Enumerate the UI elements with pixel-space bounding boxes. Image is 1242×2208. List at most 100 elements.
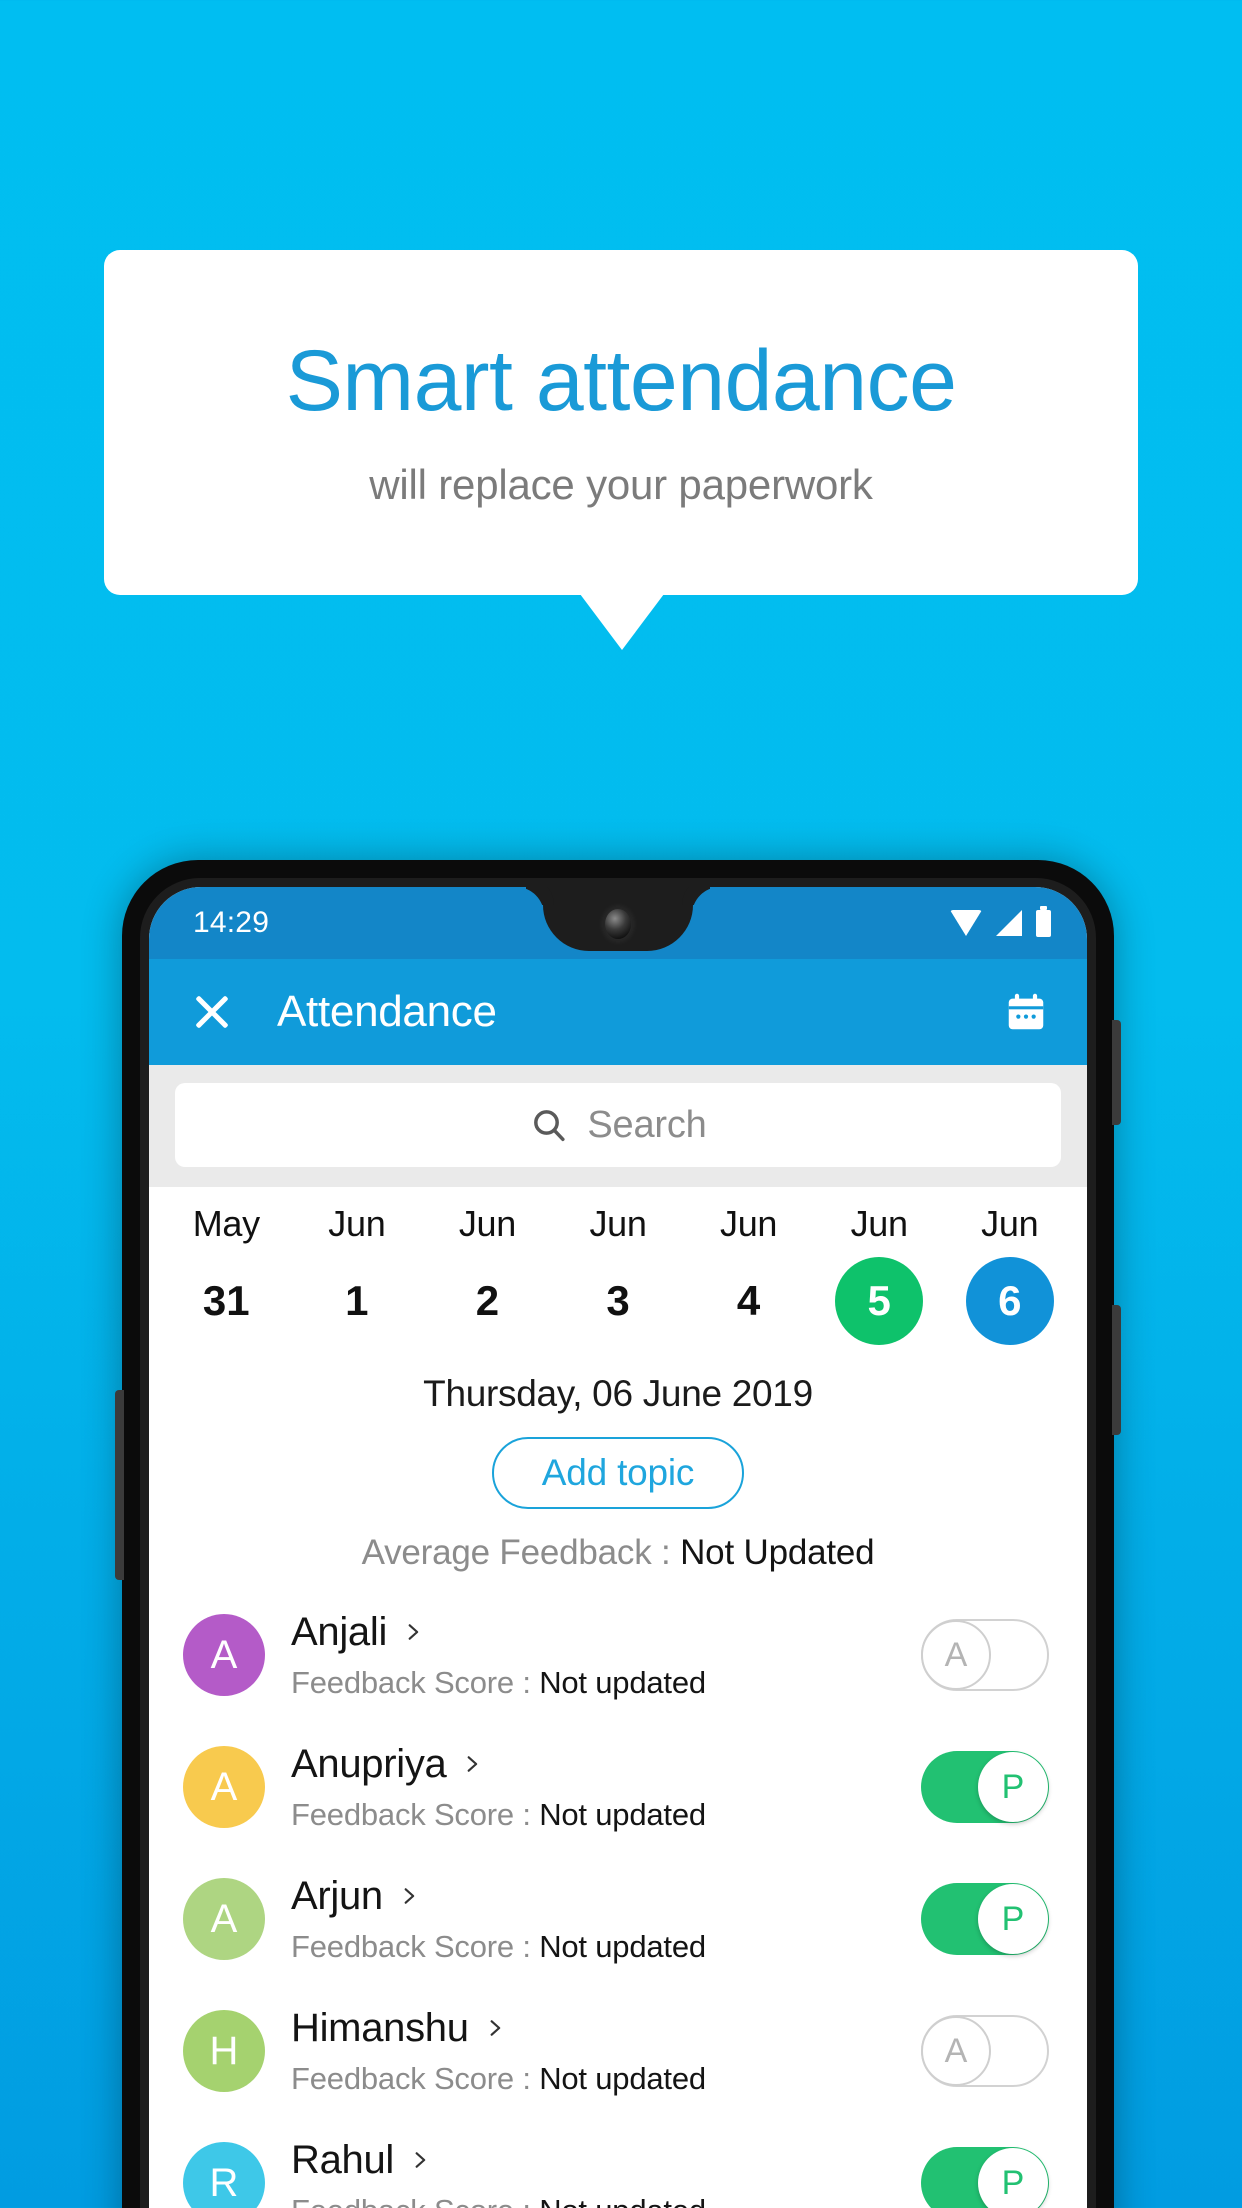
promo-card: Smart attendance will replace your paper… (104, 250, 1138, 595)
student-name: Anupriya (291, 1741, 447, 1786)
feedback-score-value: Not updated (539, 2193, 706, 2208)
front-camera (605, 909, 631, 939)
chevron-right-icon[interactable] (485, 2018, 505, 2038)
status-bar: 14:29 (149, 887, 1087, 959)
student-list: A Anjali Feedback Score : Not updated A (149, 1589, 1087, 2208)
date-month: Jun (458, 1203, 517, 1244)
attendance-toggle-knob: A (921, 1620, 991, 1690)
date-cell-0[interactable]: May 31 (161, 1203, 292, 1345)
feedback-score-line: Feedback Score : Not updated (291, 1665, 921, 1701)
student-name-line: Himanshu (291, 2006, 921, 2051)
avatar: H (183, 2010, 265, 2092)
attendance-toggle[interactable]: A (921, 2015, 1049, 2087)
attendance-toggle[interactable]: P (921, 2147, 1049, 2208)
feedback-score-value: Not updated (539, 1796, 706, 1832)
attendance-toggle-knob: A (921, 2016, 991, 2086)
list-item[interactable]: H Himanshu Feedback Score : Not updated … (149, 1985, 1087, 2117)
date-month: May (192, 1203, 260, 1244)
chevron-right-icon[interactable] (410, 2150, 430, 2170)
close-icon[interactable] (191, 991, 233, 1033)
attendance-toggle[interactable]: P (921, 1751, 1049, 1823)
signal-icon (996, 910, 1022, 936)
phone-power-button[interactable] (1112, 1020, 1121, 1125)
feedback-score-value: Not updated (539, 1928, 706, 1964)
battery-icon (1036, 905, 1051, 937)
date-cell-1[interactable]: Jun 1 (292, 1203, 423, 1345)
date-month: Jun (328, 1203, 386, 1244)
date-day: 4 (736, 1277, 761, 1324)
attendance-toggle[interactable]: A (921, 1619, 1049, 1691)
search-input[interactable]: Search (175, 1083, 1061, 1167)
feedback-score-line: Feedback Score : Not updated (291, 2061, 921, 2097)
feedback-score-line: Feedback Score : Not updated (291, 2193, 921, 2208)
wifi-icon (950, 910, 982, 936)
date-strip: May 31 Jun 1 Jun 2 Jun 3 Jun 4 Jun 5 Jun… (149, 1187, 1087, 1353)
average-feedback: Average Feedback : Not Updated (149, 1533, 1087, 1573)
date-month: Jun (589, 1203, 647, 1244)
student-info: Anupriya Feedback Score : Not updated (291, 1742, 921, 1833)
student-name: Arjun (291, 1873, 383, 1918)
attendance-toggle[interactable]: P (921, 1883, 1049, 1955)
date-day-today: 5 (835, 1257, 924, 1345)
attendance-toggle-knob: P (978, 1752, 1048, 1822)
promo-title: Smart attendance (285, 333, 957, 430)
date-day-selected: 6 (965, 1257, 1054, 1345)
student-name: Himanshu (291, 2005, 469, 2050)
feedback-score-value: Not updated (539, 2060, 706, 2096)
list-item[interactable]: A Anupriya Feedback Score : Not updated … (149, 1721, 1087, 1853)
date-cell-2[interactable]: Jun 2 (422, 1203, 553, 1345)
date-month: Jun (850, 1203, 908, 1244)
student-info: Himanshu Feedback Score : Not updated (291, 2006, 921, 2097)
chevron-right-icon[interactable] (399, 1886, 419, 1906)
page-title: Attendance (277, 987, 497, 1036)
average-feedback-value: Not Updated (680, 1533, 875, 1572)
feedback-score-label: Feedback Score : (291, 1796, 540, 1832)
feedback-score-label: Feedback Score : (291, 1664, 540, 1700)
date-day: 2 (475, 1277, 500, 1324)
list-item[interactable]: A Arjun Feedback Score : Not updated P (149, 1853, 1087, 1985)
date-cell-3[interactable]: Jun 3 (553, 1203, 684, 1345)
student-name-line: Arjun (291, 1874, 921, 1919)
date-cell-5[interactable]: Jun 5 (814, 1203, 945, 1345)
status-bar-clock: 14:29 (193, 906, 270, 939)
date-cell-4[interactable]: Jun 4 (683, 1203, 814, 1345)
phone-volume-button-right[interactable] (1112, 1305, 1121, 1435)
promo-bubble-tail (580, 594, 664, 650)
date-day: 1 (345, 1277, 369, 1324)
phone-screen: 14:29 Attendance Search May 31 Jun 1 Jun… (149, 887, 1087, 2208)
student-name-line: Anupriya (291, 1742, 921, 1787)
avatar: A (183, 1614, 265, 1696)
average-feedback-label: Average Feedback : (361, 1533, 681, 1572)
student-info: Arjun Feedback Score : Not updated (291, 1874, 921, 1965)
add-topic-button[interactable]: Add topic (491, 1437, 745, 1509)
feedback-score-line: Feedback Score : Not updated (291, 1929, 921, 1965)
feedback-score-label: Feedback Score : (291, 2193, 539, 2208)
list-item[interactable]: A Anjali Feedback Score : Not updated A (149, 1589, 1087, 1721)
avatar: A (183, 1746, 265, 1828)
search-bar-container: Search (149, 1065, 1087, 1187)
student-name-line: Anjali (291, 1610, 921, 1655)
phone-volume-button-left[interactable] (115, 1390, 124, 1580)
search-placeholder: Search (587, 1103, 707, 1146)
student-name: Rahul (291, 2137, 395, 2182)
calendar-icon[interactable] (1003, 989, 1049, 1035)
list-item[interactable]: R Rahul Feedback Score : Not updated P (149, 2117, 1087, 2208)
status-bar-icons (950, 905, 1051, 937)
chevron-right-icon[interactable] (403, 1622, 423, 1642)
feedback-score-label: Feedback Score : (291, 1928, 540, 1964)
promo-subtitle: will replace your paperwork (369, 460, 873, 508)
feedback-score-label: Feedback Score : (291, 2060, 540, 2096)
date-month: Jun (720, 1203, 778, 1244)
avatar: A (183, 1878, 265, 1960)
chevron-right-icon[interactable] (462, 1754, 482, 1774)
search-icon (534, 1110, 565, 1142)
student-info: Rahul Feedback Score : Not updated (291, 2138, 921, 2208)
student-name: Anjali (291, 1609, 388, 1654)
phone-device: 14:29 Attendance Search May 31 Jun 1 Jun… (115, 860, 1121, 2208)
attendance-toggle-knob: P (978, 2148, 1048, 2208)
date-cell-6[interactable]: Jun 6 (944, 1203, 1075, 1345)
avatar: R (183, 2142, 265, 2208)
date-day: 3 (606, 1277, 630, 1324)
app-bar: Attendance (149, 959, 1087, 1065)
feedback-score-line: Feedback Score : Not updated (291, 1797, 921, 1833)
